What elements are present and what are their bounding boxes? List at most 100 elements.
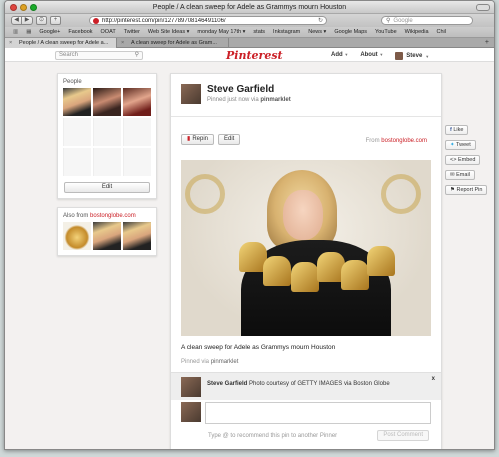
reload-icon[interactable]: ↻: [318, 17, 323, 24]
from-prefix: From: [365, 138, 380, 144]
also-from-prefix: Also from: [63, 213, 89, 219]
about-menu[interactable]: About ▼: [360, 52, 383, 60]
board-card: People Edit: [57, 73, 157, 199]
bookmark-item[interactable]: Google Maps: [334, 29, 367, 35]
board-title[interactable]: People: [63, 79, 151, 85]
avatar[interactable]: [181, 84, 201, 104]
avatar: [395, 52, 404, 60]
board-thumbnail[interactable]: [93, 88, 121, 116]
search-icon[interactable]: ⚲: [135, 52, 139, 59]
close-icon[interactable]: x: [432, 376, 435, 382]
edit-pin-button[interactable]: Edit: [218, 134, 241, 145]
bookmark-item[interactable]: Wikipedia: [405, 29, 429, 35]
bookmark-item[interactable]: Inkstagram: [273, 29, 300, 35]
edit-board-button[interactable]: Edit: [64, 182, 150, 193]
browser-toolbar: ◀ ▶ ⊙ + http://pinterest.com/pin/1277897…: [5, 14, 494, 27]
embed-button[interactable]: <> Embed: [445, 155, 481, 165]
comment-input[interactable]: [205, 402, 431, 424]
close-tab-icon[interactable]: ×: [9, 38, 12, 48]
bookmark-item[interactable]: Facebook: [68, 29, 92, 35]
board-thumbnail-empty: [63, 148, 91, 176]
url-bar[interactable]: http://pinterest.com/pin/127789708146491…: [89, 16, 327, 25]
add-label: Add: [331, 52, 343, 58]
comment-body: Photo courtesy of GETTY IMAGES via Bosto…: [249, 381, 390, 387]
source-thumbnail[interactable]: [63, 222, 91, 250]
add-menu[interactable]: Add ▼: [331, 52, 348, 60]
pinterest-favicon-icon: [93, 17, 99, 24]
comment-author[interactable]: Steve Garfield: [207, 381, 247, 387]
tab-people[interactable]: × People / A clean sweep for Adele a...: [5, 38, 117, 48]
source-thumbnail[interactable]: [93, 222, 121, 250]
user-menu[interactable]: Steve ▼: [395, 52, 429, 60]
author-name[interactable]: Steve Garfield: [207, 84, 291, 95]
board-thumbnail-empty: [123, 118, 151, 146]
new-comment: [181, 402, 431, 426]
comment-hint: Type @ to recommend this pin to another …: [208, 433, 338, 439]
source-link[interactable]: bostonglobe.com: [381, 138, 427, 144]
pin-via: Pinned via pinmarklet: [181, 359, 238, 365]
tab-label: A clean sweep for Adele as Gram...: [131, 40, 217, 46]
chevron-down-icon: ▼: [344, 52, 349, 57]
bookmark-item[interactable]: monday May 17th ▾: [197, 29, 245, 35]
pin-author: Steve Garfield Pinned just now via pinma…: [181, 84, 291, 104]
tweet-button[interactable]: ✦ Tweet: [445, 140, 476, 150]
bookmark-item[interactable]: Chil: [437, 29, 446, 35]
pinterest-logo[interactable]: Pinterest: [226, 49, 283, 62]
email-button[interactable]: ✉ Email: [445, 170, 475, 180]
pin-card: Steve Garfield Pinned just now via pinma…: [170, 73, 442, 449]
bookmark-item[interactable]: Web Site Ideas ▾: [148, 29, 190, 35]
board-thumbnails: [63, 88, 151, 176]
repin-button[interactable]: ▮ Repin: [181, 134, 214, 145]
pinned-prefix: Pinned just now via: [207, 97, 259, 103]
bookmark-item[interactable]: YouTube: [375, 29, 397, 35]
tab-article[interactable]: × A clean sweep for Adele as Gram...: [117, 38, 229, 48]
gramophone-trophy: [291, 262, 319, 292]
new-tab-button[interactable]: +: [485, 38, 489, 48]
source-thumbnails: [63, 222, 151, 250]
divider: [171, 116, 441, 117]
search-field[interactable]: ⚲ Google: [381, 16, 473, 25]
gramophone-trophy: [263, 256, 291, 286]
bookmark-item[interactable]: stats: [253, 29, 265, 35]
board-thumbnail[interactable]: [123, 88, 151, 116]
bookmarks-bar: ▥ ▦ Google+ Facebook OOAT Twitter Web Si…: [5, 27, 494, 38]
back-button[interactable]: ◀: [11, 16, 22, 25]
title-bar: People / A clean sweep for Adele as Gram…: [5, 1, 494, 14]
report-pin-button[interactable]: ⚑ Report Pin: [445, 185, 488, 195]
report-label: Report Pin: [456, 187, 483, 193]
bookmark-item[interactable]: OOAT: [101, 29, 116, 35]
pinterest-search-input[interactable]: Search ⚲: [55, 51, 143, 60]
user-name: Steve: [406, 53, 423, 59]
pinned-via-link[interactable]: pinmarklet: [260, 97, 290, 103]
bookmark-item[interactable]: Twitter: [124, 29, 140, 35]
via-link[interactable]: pinmarklet: [211, 359, 239, 365]
tweet-label: Tweet: [456, 142, 471, 148]
facebook-like-button[interactable]: f Like: [445, 125, 469, 135]
comment: Steve Garfield Photo courtesy of GETTY I…: [171, 372, 441, 400]
like-label: Like: [453, 127, 464, 133]
bookmarks-book-icon[interactable]: ▥: [13, 29, 18, 35]
pin-caption: A clean sweep for Adele as Grammys mourn…: [181, 344, 336, 351]
twitter-icon: ✦: [450, 142, 455, 148]
via-prefix: Pinned via: [181, 359, 210, 365]
bookmark-item[interactable]: News ▾: [308, 29, 326, 35]
pinned-info: Pinned just now via pinmarklet: [207, 97, 291, 103]
bookmark-item[interactable]: Google+: [39, 29, 60, 35]
close-tab-icon[interactable]: ×: [121, 38, 124, 48]
toolbar-toggle-button[interactable]: [476, 4, 490, 11]
email-icon: ✉: [450, 172, 455, 178]
bookmarks-grid-icon[interactable]: ▦: [26, 29, 31, 35]
board-thumbnail[interactable]: [63, 88, 91, 116]
also-from-source-link[interactable]: bostonglobe.com: [90, 213, 136, 219]
avatar[interactable]: [181, 377, 201, 397]
page-content: People Edit Also from bostonglobe.com St…: [5, 63, 494, 449]
url-text: http://pinterest.com/pin/127789708146491…: [102, 17, 226, 24]
reader-icon[interactable]: ⊙: [36, 16, 47, 25]
bookmark-add-icon[interactable]: +: [50, 16, 61, 25]
post-comment-button[interactable]: Post Comment: [377, 430, 429, 441]
source-thumbnail[interactable]: [123, 222, 151, 250]
browser-window: People / A clean sweep for Adele as Gram…: [4, 0, 495, 450]
forward-button[interactable]: ▶: [22, 16, 33, 25]
pin-image[interactable]: [181, 160, 431, 336]
board-thumbnail-empty: [93, 148, 121, 176]
